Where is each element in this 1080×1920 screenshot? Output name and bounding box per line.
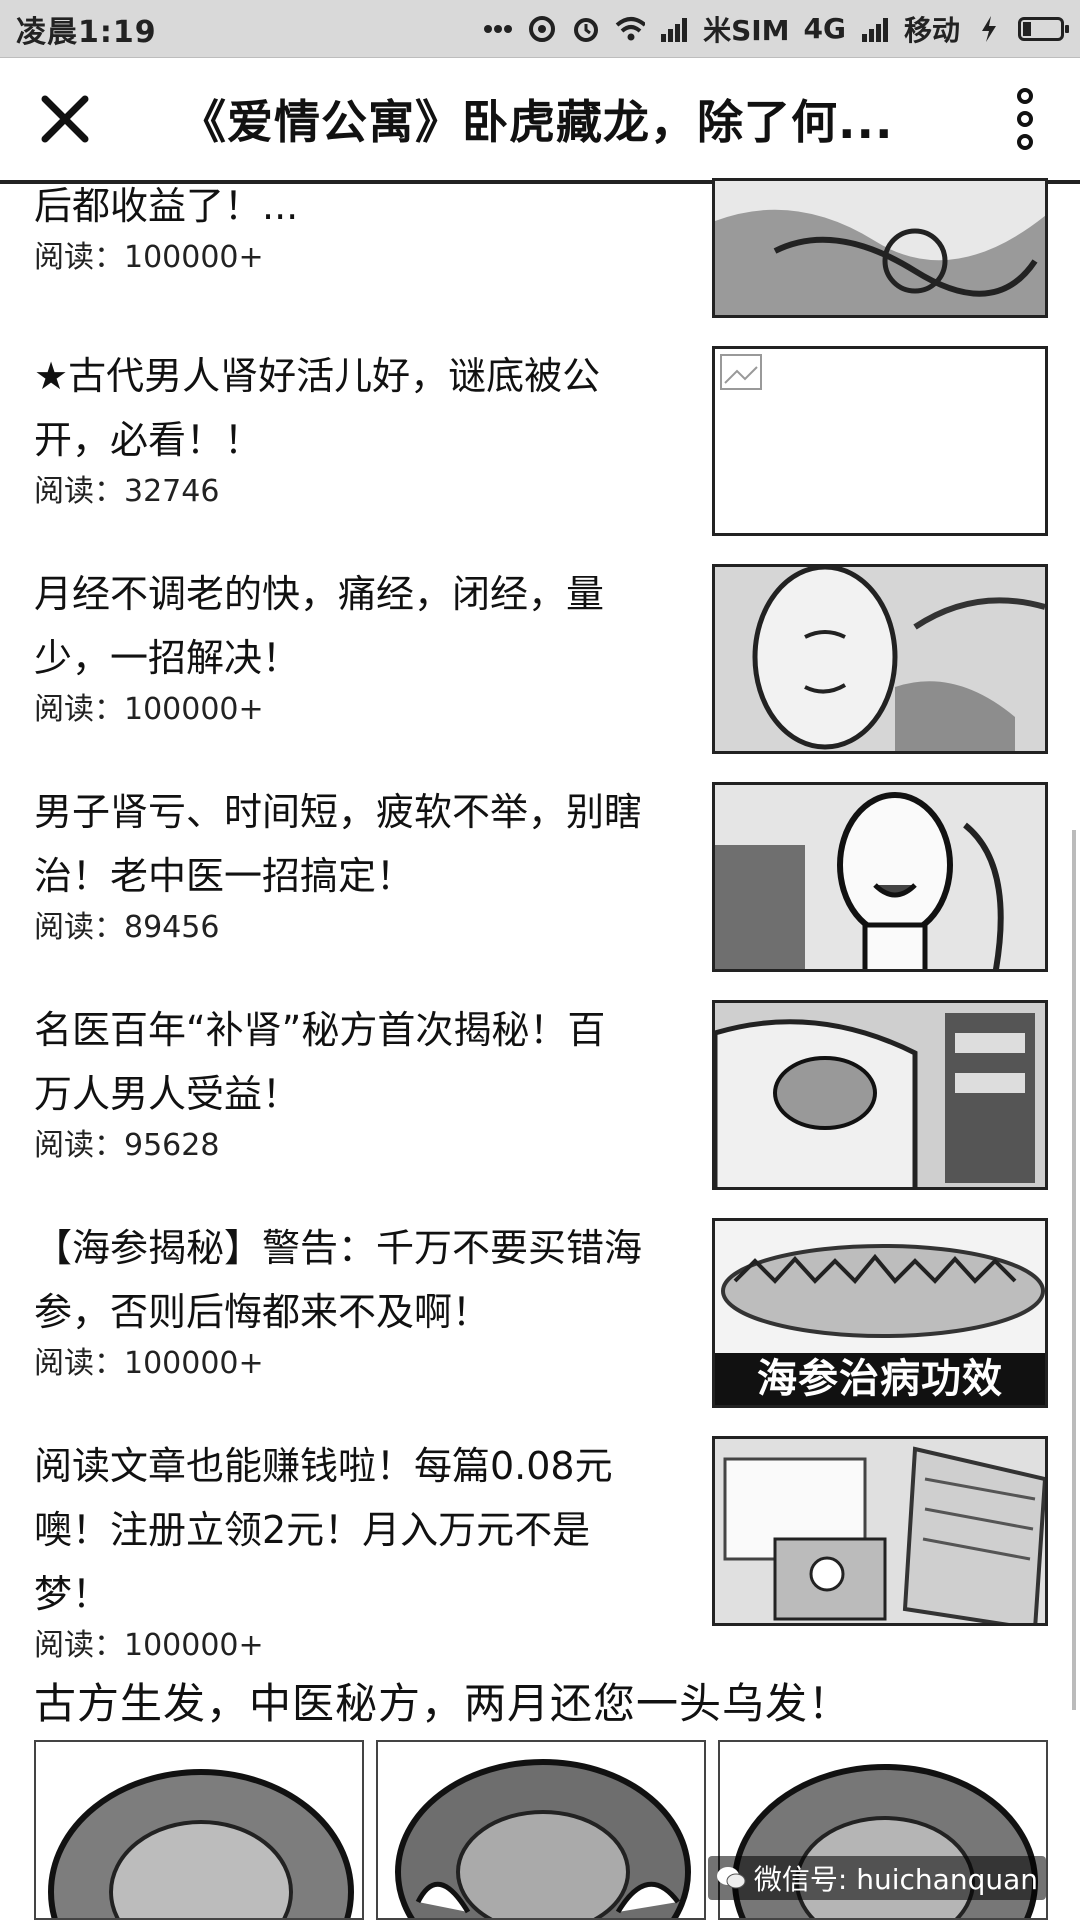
article-read-count: 阅读：100000+ [34, 1628, 264, 1663]
list-item[interactable]: 名医百年“补肾”秘方首次揭秘！百 万人男人受益！ 阅读：95628 [0, 998, 1080, 1198]
promo-image [376, 1740, 706, 1920]
battery-icon [1018, 16, 1069, 41]
status-carrier-label: 移动 [903, 13, 960, 47]
article-read-count: 阅读：100000+ [34, 1346, 264, 1381]
article-read-count: 阅读：89456 [34, 910, 220, 945]
alarm-icon [571, 14, 601, 44]
article-title-line: 【海参揭秘】警告：千万不要买错海 [34, 1226, 643, 1270]
more-button[interactable] [970, 56, 1080, 182]
article-title-line: ★古代男人肾好活儿好，谜底被公 [34, 354, 601, 398]
promo-title[interactable]: 古方生发，中医秘方，两月还您一头乌发！ [34, 1670, 851, 1731]
article-title: 后都收益了！... [34, 184, 299, 228]
status-icons: 米SIM 4G 移动 [483, 9, 1069, 49]
article-title-line: 阅读文章也能赚钱啦！每篇0.08元 [34, 1444, 613, 1488]
close-button[interactable] [0, 56, 130, 182]
article-title-line: 男子肾亏、时间短，疲软不举，别瞎 [34, 790, 643, 834]
more-vertical-icon [1017, 88, 1033, 150]
list-item[interactable]: ★古代男人肾好活儿好，谜底被公 开，必看！！ 阅读：32746 [0, 344, 1080, 544]
article-thumbnail [712, 1000, 1048, 1190]
screen: 凌晨1:19 米SIM 4G 移动 《爱情公寓》卧虎藏龙，除了何... 后都收益… [0, 0, 1080, 1920]
article-read-count: 阅读：32746 [34, 474, 220, 509]
status-bar: 凌晨1:19 米SIM 4G 移动 [0, 0, 1080, 58]
article-thumbnail-placeholder [712, 346, 1048, 536]
wifi-icon [615, 14, 646, 44]
page-title: 《爱情公寓》卧虎藏龙，除了何... [180, 95, 894, 149]
watermark: 微信号: huichanquan [707, 1856, 1046, 1900]
status-time: 凌晨1:19 [16, 14, 157, 50]
article-title-line: 噢！注册立领2元！月入万元不是 [34, 1508, 591, 1552]
title-bar: 《爱情公寓》卧虎藏龙，除了何... [0, 58, 1080, 184]
article-title-line: 月经不调老的快，痛经，闭经，量 [34, 572, 605, 616]
article-title-line: 开，必看！！ [34, 418, 263, 462]
signal-icon-1 [659, 14, 689, 44]
charging-icon [974, 14, 1004, 44]
scrollbar[interactable] [1072, 830, 1076, 1710]
article-title-line: 参，否则后悔都来不及啊！ [34, 1290, 491, 1334]
list-item[interactable]: 阅读文章也能赚钱啦！每篇0.08元 噢！注册立领2元！月入万元不是 梦！ 阅读：… [0, 1434, 1080, 1674]
sync-icon [527, 14, 557, 44]
article-title-line: 少，一招解决！ [34, 636, 301, 680]
article-title-line: 万人男人受益！ [34, 1072, 301, 1116]
article-read-count: 阅读：100000+ [34, 240, 264, 275]
article-thumbnail [712, 782, 1048, 972]
article-read-count: 阅读：100000+ [34, 692, 264, 727]
signal-icon-2 [860, 14, 890, 44]
article-title-line: 治！老中医一招搞定！ [34, 854, 415, 898]
thumbnail-caption: 海参治病功效 [715, 1353, 1045, 1405]
watermark-text: 微信号: huichanquan [753, 1863, 1038, 1896]
article-thumbnail [712, 178, 1048, 318]
close-icon [41, 95, 89, 143]
status-network-label: 4G [803, 12, 846, 45]
wechat-icon [716, 1867, 746, 1889]
article-thumbnail: 海参治病功效 [712, 1218, 1048, 1408]
list-item[interactable]: 【海参揭秘】警告：千万不要买错海 参，否则后悔都来不及啊！ 阅读：100000+… [0, 1216, 1080, 1416]
list-item[interactable]: 男子肾亏、时间短，疲软不举，别瞎 治！老中医一招搞定！ 阅读：89456 [0, 780, 1080, 980]
article-read-count: 阅读：95628 [34, 1128, 220, 1163]
list-item[interactable]: 后都收益了！... 阅读：100000+ [0, 178, 1080, 324]
status-sim-label: 米SIM [703, 13, 790, 47]
article-thumbnail [712, 564, 1048, 754]
article-title-line: 梦！ [34, 1572, 111, 1616]
list-item[interactable]: 月经不调老的快，痛经，闭经，量 少，一招解决！ 阅读：100000+ [0, 562, 1080, 762]
more-notifications-icon [483, 14, 513, 44]
article-thumbnail [712, 1436, 1048, 1626]
promo-image [34, 1740, 364, 1920]
article-title-line: 名医百年“补肾”秘方首次揭秘！百 [34, 1008, 606, 1052]
